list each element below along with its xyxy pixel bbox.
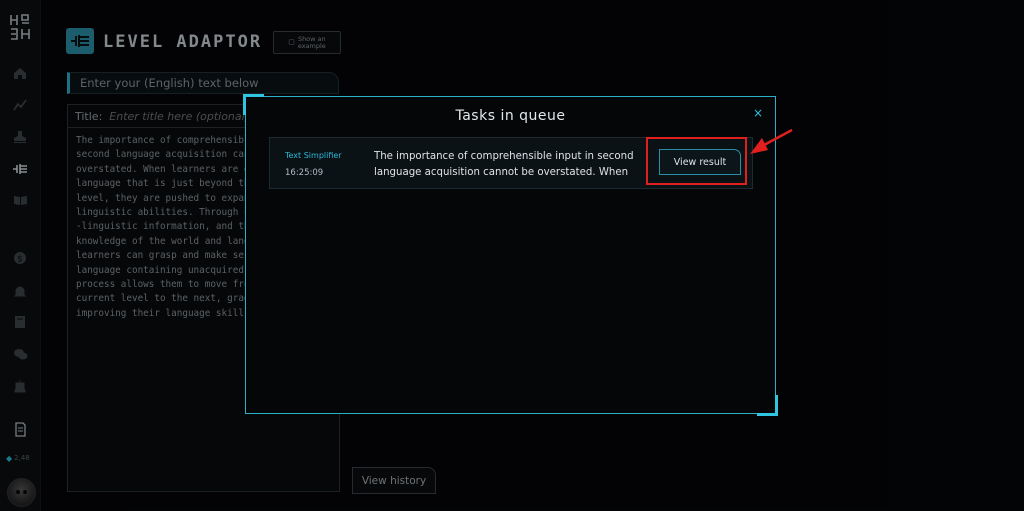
annotation-arrow-icon: [750, 128, 793, 154]
task-type: Text Simplifier: [285, 151, 342, 160]
modal-corner-accent: [757, 395, 778, 416]
modal-title: Tasks in queue: [455, 108, 566, 124]
annotation-highlight-box: [646, 137, 747, 185]
task-text-preview: The importance of comprehensible input i…: [374, 151, 634, 178]
task-time: 16:25:09: [285, 168, 324, 178]
close-icon[interactable]: ×: [751, 106, 765, 120]
